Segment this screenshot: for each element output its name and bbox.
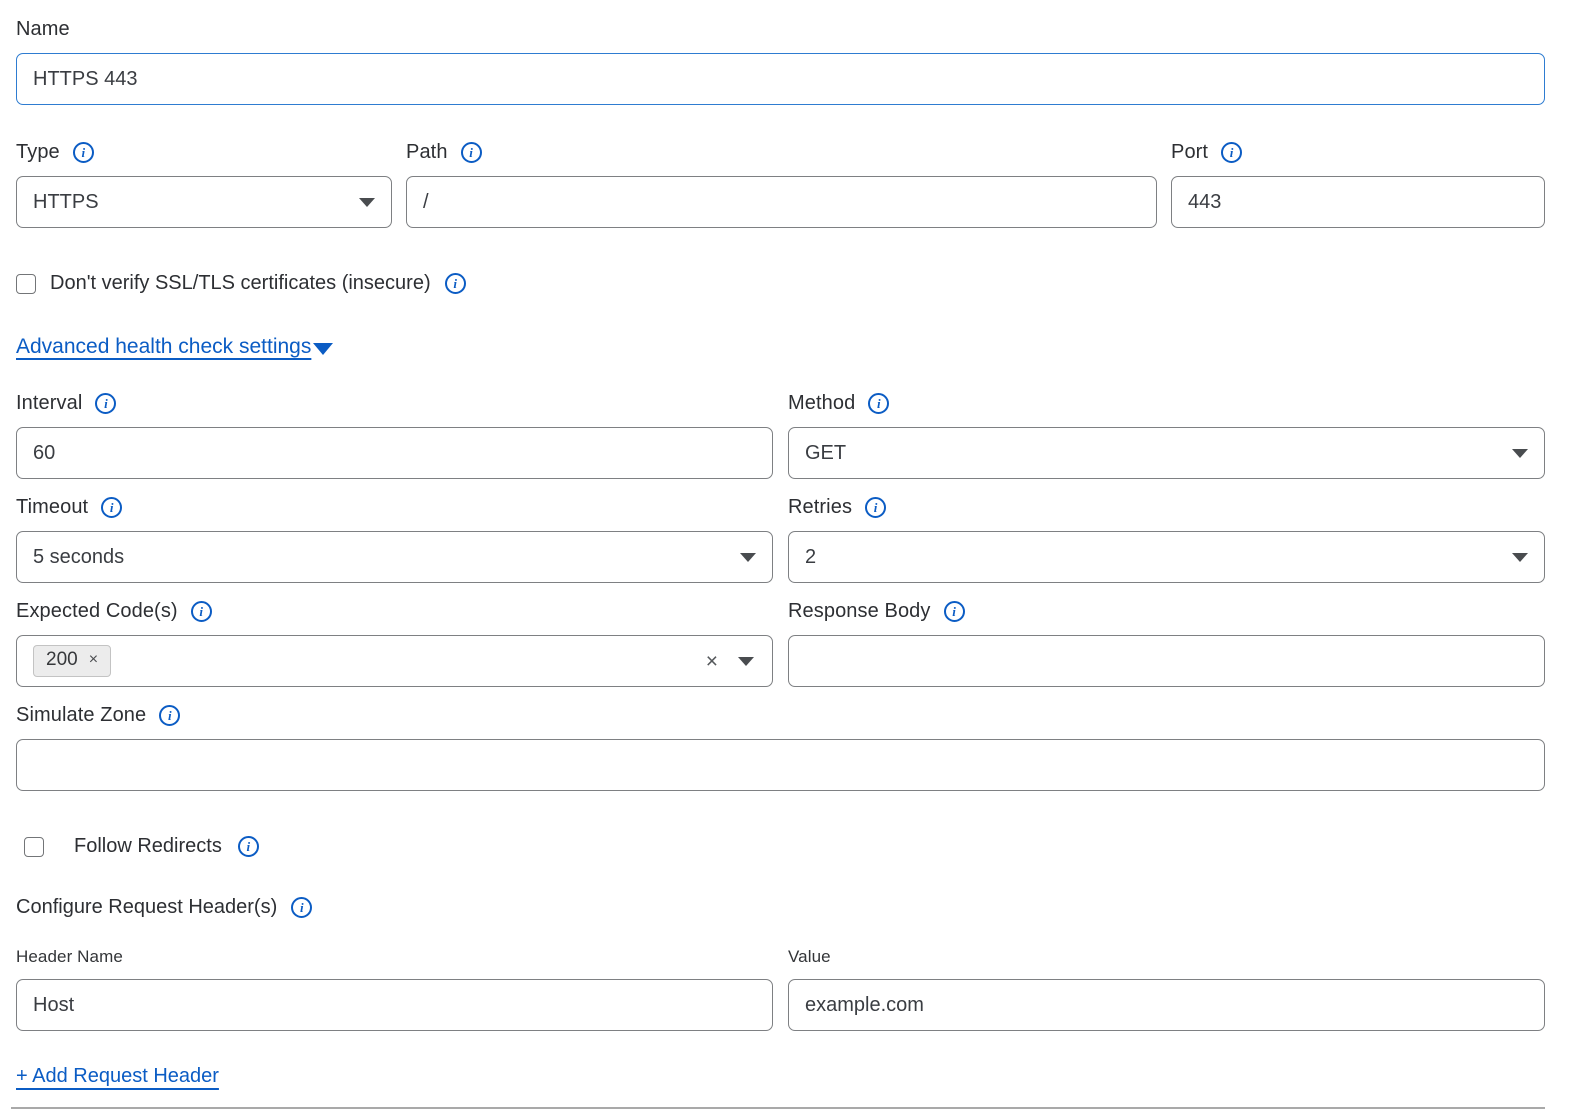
port-input[interactable] — [1171, 176, 1545, 228]
interval-input[interactable] — [16, 427, 773, 479]
path-label: Path — [406, 141, 448, 164]
multiselect-controls: × — [706, 636, 754, 686]
timeout-field: Timeout i 5 seconds — [16, 496, 773, 583]
info-icon[interactable]: i — [291, 897, 312, 918]
simulate-zone-field: Simulate Zone i — [16, 704, 1545, 791]
simulate-zone-input[interactable] — [16, 739, 1545, 791]
tag-remove-icon[interactable]: × — [89, 652, 98, 668]
expected-codes-label: Expected Code(s) — [16, 600, 178, 623]
header-value-label: Value — [788, 947, 831, 967]
timeout-retries-row: Timeout i 5 seconds Retries i 2 — [16, 496, 1545, 583]
info-icon[interactable]: i — [868, 393, 889, 414]
info-icon[interactable]: i — [73, 142, 94, 163]
simulate-zone-label: Simulate Zone — [16, 704, 146, 727]
add-header-row: + Add Request Header — [16, 1065, 1545, 1088]
interval-label: Interval — [16, 392, 82, 415]
caret-down-icon — [313, 343, 333, 355]
retries-label: Retries — [788, 496, 852, 519]
header-value-input[interactable] — [788, 979, 1545, 1031]
header-name-label: Header Name — [16, 947, 123, 967]
timeout-select-value: 5 seconds — [33, 546, 124, 569]
follow-redirects-label: Follow Redirects — [74, 835, 222, 858]
info-icon[interactable]: i — [944, 601, 965, 622]
path-field: Path i — [406, 141, 1157, 228]
response-body-field: Response Body i — [788, 600, 1545, 687]
info-icon[interactable]: i — [445, 273, 466, 294]
ssl-verify-row: Don't verify SSL/TLS certificates (insec… — [16, 272, 1545, 295]
timeout-label: Timeout — [16, 496, 88, 519]
header-value-field: Value — [788, 947, 1545, 1031]
method-select-value: GET — [805, 442, 846, 465]
chevron-down-icon[interactable] — [738, 657, 754, 666]
expected-codes-multiselect[interactable]: 200 × × — [16, 635, 773, 687]
advanced-settings-row: Advanced health check settings — [16, 335, 1545, 359]
interval-method-row: Interval i Method i GET — [16, 392, 1545, 479]
codes-body-row: Expected Code(s) i 200 × × Response Body… — [16, 600, 1545, 687]
header-name-input[interactable] — [16, 979, 773, 1031]
info-icon[interactable]: i — [95, 393, 116, 414]
type-field: Type i HTTPS — [16, 141, 392, 228]
follow-redirects-row: Follow Redirects i — [16, 835, 1545, 858]
retries-select[interactable]: 2 — [788, 531, 1545, 583]
request-headers-title: Configure Request Header(s) — [16, 896, 277, 919]
expected-code-tag-value: 200 — [46, 649, 78, 671]
response-body-label: Response Body — [788, 600, 931, 623]
advanced-settings-section: Interval i Method i GET Timeout i 5 seco… — [16, 392, 1545, 1109]
response-body-input[interactable] — [788, 635, 1545, 687]
name-field: Name — [16, 18, 1545, 105]
ssl-verify-label: Don't verify SSL/TLS certificates (insec… — [50, 272, 431, 295]
info-icon[interactable]: i — [191, 601, 212, 622]
port-label: Port — [1171, 141, 1208, 164]
type-select-value: HTTPS — [33, 191, 99, 214]
port-field: Port i — [1171, 141, 1545, 228]
info-icon[interactable]: i — [865, 497, 886, 518]
method-label: Method — [788, 392, 855, 415]
info-icon[interactable]: i — [1221, 142, 1242, 163]
retries-field: Retries i 2 — [788, 496, 1545, 583]
header-name-field: Header Name — [16, 947, 773, 1031]
chevron-down-icon — [1512, 449, 1528, 458]
follow-redirects-checkbox[interactable] — [24, 837, 44, 857]
method-select[interactable]: GET — [788, 427, 1545, 479]
add-request-header-link[interactable]: + Add Request Header — [16, 1065, 219, 1087]
info-icon[interactable]: i — [238, 836, 259, 857]
retries-select-value: 2 — [805, 546, 816, 569]
type-path-port-row: Type i HTTPS Path i Port i — [16, 141, 1545, 228]
method-field: Method i GET — [788, 392, 1545, 479]
chevron-down-icon — [740, 553, 756, 562]
path-input[interactable] — [406, 176, 1157, 228]
name-label: Name — [16, 18, 70, 41]
interval-field: Interval i — [16, 392, 773, 479]
ssl-verify-checkbox[interactable] — [16, 274, 36, 294]
info-icon[interactable]: i — [461, 142, 482, 163]
info-icon[interactable]: i — [101, 497, 122, 518]
type-select[interactable]: HTTPS — [16, 176, 392, 228]
request-header-row: Header Name Value — [16, 947, 1545, 1031]
name-input[interactable] — [16, 53, 1545, 105]
info-icon[interactable]: i — [159, 705, 180, 726]
timeout-select[interactable]: 5 seconds — [16, 531, 773, 583]
chevron-down-icon — [359, 198, 375, 207]
type-label: Type — [16, 141, 60, 164]
expected-code-tag: 200 × — [33, 645, 111, 677]
name-label-row: Name — [16, 18, 1545, 41]
clear-all-icon[interactable]: × — [706, 651, 718, 672]
expected-codes-field: Expected Code(s) i 200 × × — [16, 600, 773, 687]
advanced-settings-link[interactable]: Advanced health check settings — [16, 335, 311, 359]
chevron-down-icon — [1512, 553, 1528, 562]
request-headers-title-row: Configure Request Header(s) i — [16, 896, 1545, 919]
